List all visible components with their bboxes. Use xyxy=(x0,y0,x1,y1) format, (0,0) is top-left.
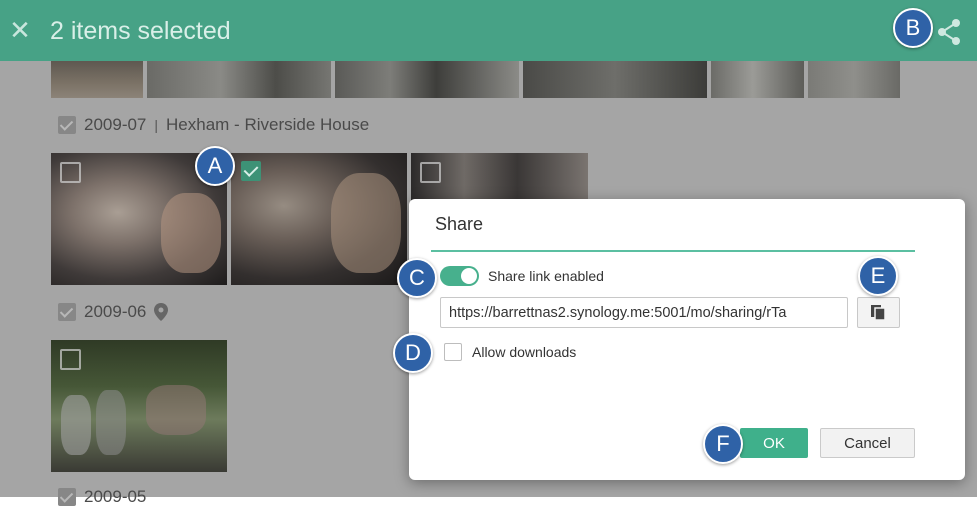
group-date: 2009-06 xyxy=(84,302,147,321)
dialog-title-divider xyxy=(431,250,915,252)
share-url-field[interactable] xyxy=(440,297,848,328)
share-dialog: Share Share link enabled Allow downloads… xyxy=(409,199,965,480)
share-icon[interactable] xyxy=(936,18,962,46)
group-header-2009-07: 2009-07 | Hexham - Riverside House xyxy=(58,113,369,137)
ok-button[interactable]: OK xyxy=(740,428,808,458)
photo-thumbnail[interactable] xyxy=(523,61,707,98)
group-header-2009-05: 2009-05 xyxy=(58,485,146,509)
callout-c: C xyxy=(397,258,437,298)
share-link-toggle[interactable] xyxy=(440,266,479,286)
callout-f: F xyxy=(703,424,743,464)
photo-thumbnail[interactable] xyxy=(711,61,804,98)
group-location: Hexham - Riverside House xyxy=(166,115,370,134)
selection-toolbar: ✕ 2 items selected xyxy=(0,0,977,61)
group-separator: | xyxy=(154,117,159,133)
callout-e: E xyxy=(858,256,898,296)
allow-downloads-label: Allow downloads xyxy=(472,344,577,360)
photo-subject xyxy=(96,390,126,455)
photo-select-checkbox[interactable] xyxy=(60,162,81,183)
photo-subject xyxy=(61,395,91,455)
cancel-button[interactable]: Cancel xyxy=(820,428,915,458)
group-select-checkbox[interactable] xyxy=(58,488,76,506)
allow-downloads-checkbox[interactable] xyxy=(444,343,462,361)
map-pin-icon xyxy=(154,303,169,321)
callout-d: D xyxy=(393,333,433,373)
copy-link-button[interactable] xyxy=(857,297,900,328)
share-link-label: Share link enabled xyxy=(488,268,604,284)
group-header-2009-06: 2009-06 xyxy=(58,300,169,324)
dialog-title: Share xyxy=(435,214,484,234)
selection-count-title: 2 items selected xyxy=(50,17,231,45)
photo-select-checkbox[interactable] xyxy=(420,162,441,183)
photo-thumbnail[interactable] xyxy=(808,61,900,98)
photo-thumbnail[interactable] xyxy=(147,61,331,98)
callout-a: A xyxy=(195,146,235,186)
group-select-checkbox[interactable] xyxy=(58,116,76,134)
close-icon[interactable]: ✕ xyxy=(6,14,34,46)
callout-b: B xyxy=(893,8,933,48)
photo-thumbnail[interactable] xyxy=(51,340,227,472)
photo-thumbnail[interactable] xyxy=(51,61,143,98)
photo-selected-checkbox[interactable] xyxy=(241,161,261,181)
group-date: 2009-07 xyxy=(84,115,147,134)
group-date: 2009-05 xyxy=(84,487,147,506)
photo-subject xyxy=(161,193,221,273)
photo-subject xyxy=(146,385,206,435)
photo-thumbnail[interactable] xyxy=(411,153,588,201)
group-select-checkbox[interactable] xyxy=(58,303,76,321)
photo-thumbnail[interactable] xyxy=(231,153,407,285)
copy-icon xyxy=(871,305,886,321)
photo-thumbnail[interactable] xyxy=(335,61,519,98)
toggle-knob xyxy=(461,268,477,284)
photo-select-checkbox[interactable] xyxy=(60,349,81,370)
photo-subject xyxy=(331,173,401,273)
